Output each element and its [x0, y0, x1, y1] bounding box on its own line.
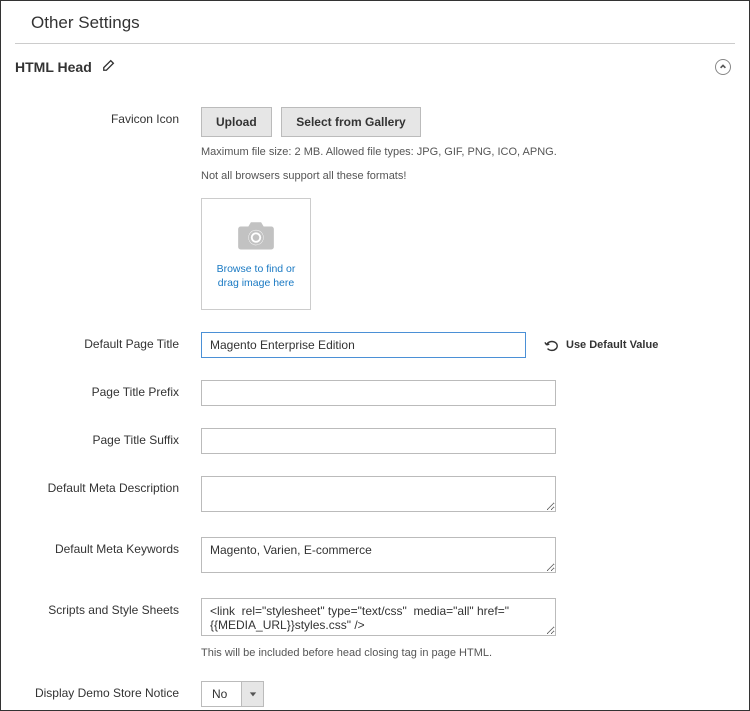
- use-default-value-button[interactable]: Use Default Value: [544, 338, 658, 352]
- page-title-suffix-input[interactable]: [201, 428, 556, 454]
- edit-icon[interactable]: [102, 58, 116, 75]
- use-default-label: Use Default Value: [566, 339, 658, 351]
- chevron-down-icon: [241, 682, 263, 706]
- demo-notice-value: No: [202, 682, 241, 706]
- favicon-hint-browsers: Not all browsers support all these forma…: [201, 170, 721, 182]
- collapse-icon[interactable]: [715, 59, 731, 75]
- favicon-dropzone[interactable]: Browse to find or drag image here: [201, 198, 311, 310]
- meta-description-input[interactable]: [201, 476, 556, 512]
- default-page-title-input[interactable]: [201, 332, 526, 358]
- page-title-prefix-input[interactable]: [201, 380, 556, 406]
- default-page-title-label: Default Page Title: [1, 332, 201, 351]
- settings-panel: Other Settings HTML Head Favicon Icon Up…: [0, 0, 750, 711]
- favicon-browse-text: Browse to find or drag image here: [210, 263, 302, 290]
- page-title: Other Settings: [15, 1, 735, 44]
- meta-description-label: Default Meta Description: [1, 476, 201, 495]
- section-title: HTML Head: [15, 59, 92, 75]
- page-title-prefix-label: Page Title Prefix: [1, 380, 201, 399]
- scripts-label: Scripts and Style Sheets: [1, 598, 201, 617]
- scripts-input[interactable]: <link rel="stylesheet" type="text/css" m…: [201, 598, 556, 636]
- scripts-hint: This will be included before head closin…: [201, 647, 721, 659]
- demo-notice-select[interactable]: No: [201, 681, 264, 707]
- favicon-label: Favicon Icon: [1, 107, 201, 126]
- meta-keywords-input[interactable]: Magento, Varien, E-commerce: [201, 537, 556, 573]
- page-title-suffix-label: Page Title Suffix: [1, 428, 201, 447]
- favicon-hint-filetypes: Maximum file size: 2 MB. Allowed file ty…: [201, 145, 721, 160]
- select-from-gallery-button[interactable]: Select from Gallery: [281, 107, 420, 137]
- meta-keywords-label: Default Meta Keywords: [1, 537, 201, 556]
- section-header[interactable]: HTML Head: [1, 44, 749, 87]
- demo-notice-label: Display Demo Store Notice: [1, 681, 201, 700]
- upload-button[interactable]: Upload: [201, 107, 272, 137]
- camera-icon: [235, 218, 277, 255]
